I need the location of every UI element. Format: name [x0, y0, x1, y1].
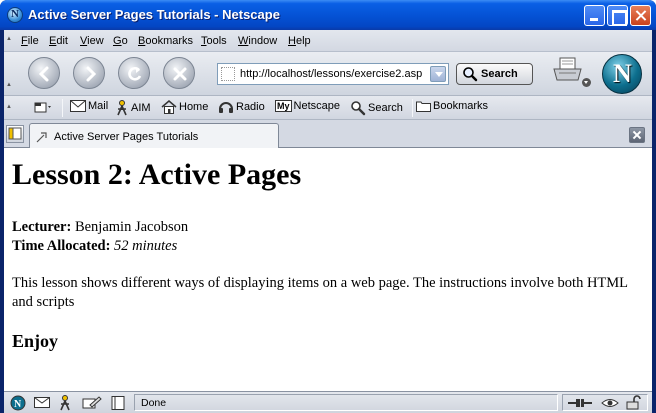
menu-help[interactable]: Help [288, 35, 311, 47]
status-indicators [562, 394, 648, 411]
privacy-eye-icon[interactable] [601, 396, 619, 410]
address-book-icon[interactable] [110, 395, 126, 411]
time-label: Time Allocated: [12, 238, 111, 254]
svg-text:N: N [14, 399, 22, 410]
lecturer-line: Lecturer: Benjamin Jacobson [12, 219, 188, 236]
closing-heading: Enjoy [12, 331, 59, 351]
mail-icon[interactable] [34, 395, 50, 409]
tab-label: Active Server Pages Tutorials [54, 131, 199, 143]
tab-toggle-icon[interactable] [34, 100, 54, 116]
lesson-heading: Lesson 2: Active Pages [12, 158, 302, 191]
netscape-app-icon: N [7, 7, 23, 23]
lecturer-value: Benjamin Jacobson [74, 219, 189, 235]
back-button[interactable] [28, 57, 60, 89]
online-connection-icon[interactable] [567, 396, 593, 410]
magnifier-icon [463, 67, 478, 82]
url-dropdown-button[interactable] [430, 66, 446, 82]
minimize-button[interactable] [584, 5, 605, 26]
reload-button[interactable] [118, 57, 150, 89]
netscape-logo[interactable]: N [602, 54, 642, 94]
aim-icon[interactable] [58, 395, 72, 411]
status-text: Done [134, 394, 558, 411]
bookmarks-button[interactable]: Bookmarks [416, 100, 488, 116]
bookmarks-folder-icon [416, 101, 431, 113]
close-button[interactable] [630, 5, 651, 26]
menu-bar: File Edit View Go Bookmarks Tools Window… [4, 30, 652, 52]
personal-search-button[interactable]: Search [350, 100, 403, 116]
my-netscape-icon: My [275, 100, 292, 113]
search-button[interactable]: Search [456, 63, 533, 85]
toolbar-separator [412, 99, 413, 117]
search-button-label: Search [481, 68, 518, 80]
radio-button[interactable]: Radio [218, 100, 265, 116]
maximize-button[interactable] [607, 5, 628, 26]
url-bar[interactable] [217, 63, 449, 85]
reload-icon [128, 67, 142, 81]
back-arrow-icon [38, 66, 49, 82]
aim-icon [117, 100, 127, 116]
tab-active-page[interactable]: Active Server Pages Tutorials [29, 123, 279, 149]
title-bar[interactable]: N Active Server Pages Tutorials - Netsca… [0, 0, 656, 30]
personal-toolbar: Mail AIM Home Radio My Netscape Search Bo… [4, 96, 652, 120]
browser-chrome: File Edit View Go Bookmarks Tools Window… [4, 30, 652, 149]
search-icon [351, 101, 366, 116]
tab-bar: Active Server Pages Tutorials [4, 121, 652, 149]
mail-button[interactable]: Mail [70, 100, 108, 116]
time-value: 52 minutes [114, 238, 178, 254]
menu-window[interactable]: Window [238, 35, 277, 47]
toolbar-separator [62, 99, 63, 117]
my-netscape-button[interactable]: My Netscape [275, 100, 340, 116]
print-dropdown-icon[interactable] [582, 78, 591, 87]
navigation-toolbar: Search N [4, 52, 652, 96]
menu-tools[interactable]: Tools [201, 35, 227, 47]
home-button[interactable]: Home [161, 100, 208, 116]
browser-window: N Active Server Pages Tutorials - Netsca… [0, 0, 656, 413]
print-icon[interactable] [551, 55, 585, 87]
status-bar: N Done [4, 391, 652, 413]
forward-arrow-icon [86, 66, 97, 82]
security-lock-icon[interactable] [625, 395, 641, 410]
time-allocated-line: Time Allocated: 52 minutes [12, 238, 177, 255]
forward-button[interactable] [73, 57, 105, 89]
stop-button[interactable] [163, 57, 195, 89]
stop-x-icon [173, 67, 187, 81]
navigator-icon[interactable]: N [10, 395, 26, 411]
lesson-description: This lesson shows different ways of disp… [12, 275, 628, 310]
page-link-icon [36, 132, 47, 143]
window-title: Active Server Pages Tutorials - Netscape [28, 7, 280, 22]
page-proxy-icon[interactable] [221, 67, 235, 81]
url-input[interactable] [240, 66, 426, 82]
close-tab-button[interactable] [629, 127, 645, 143]
menu-view[interactable]: View [80, 35, 104, 47]
menu-file[interactable]: File [21, 35, 39, 47]
radio-icon [219, 102, 233, 113]
menu-go[interactable]: Go [113, 35, 128, 47]
menu-bookmarks[interactable]: Bookmarks [138, 35, 193, 47]
mail-icon [70, 100, 86, 113]
lecturer-label: Lecturer: [12, 219, 72, 235]
composer-icon[interactable] [82, 395, 102, 411]
aim-button[interactable]: AIM [115, 100, 151, 116]
menu-edit[interactable]: Edit [49, 35, 68, 47]
sidebar-toggle-icon[interactable] [6, 125, 24, 143]
home-icon [161, 100, 177, 114]
page-content: Lesson 2: Active Pages Lecturer: Benjami… [4, 148, 652, 391]
